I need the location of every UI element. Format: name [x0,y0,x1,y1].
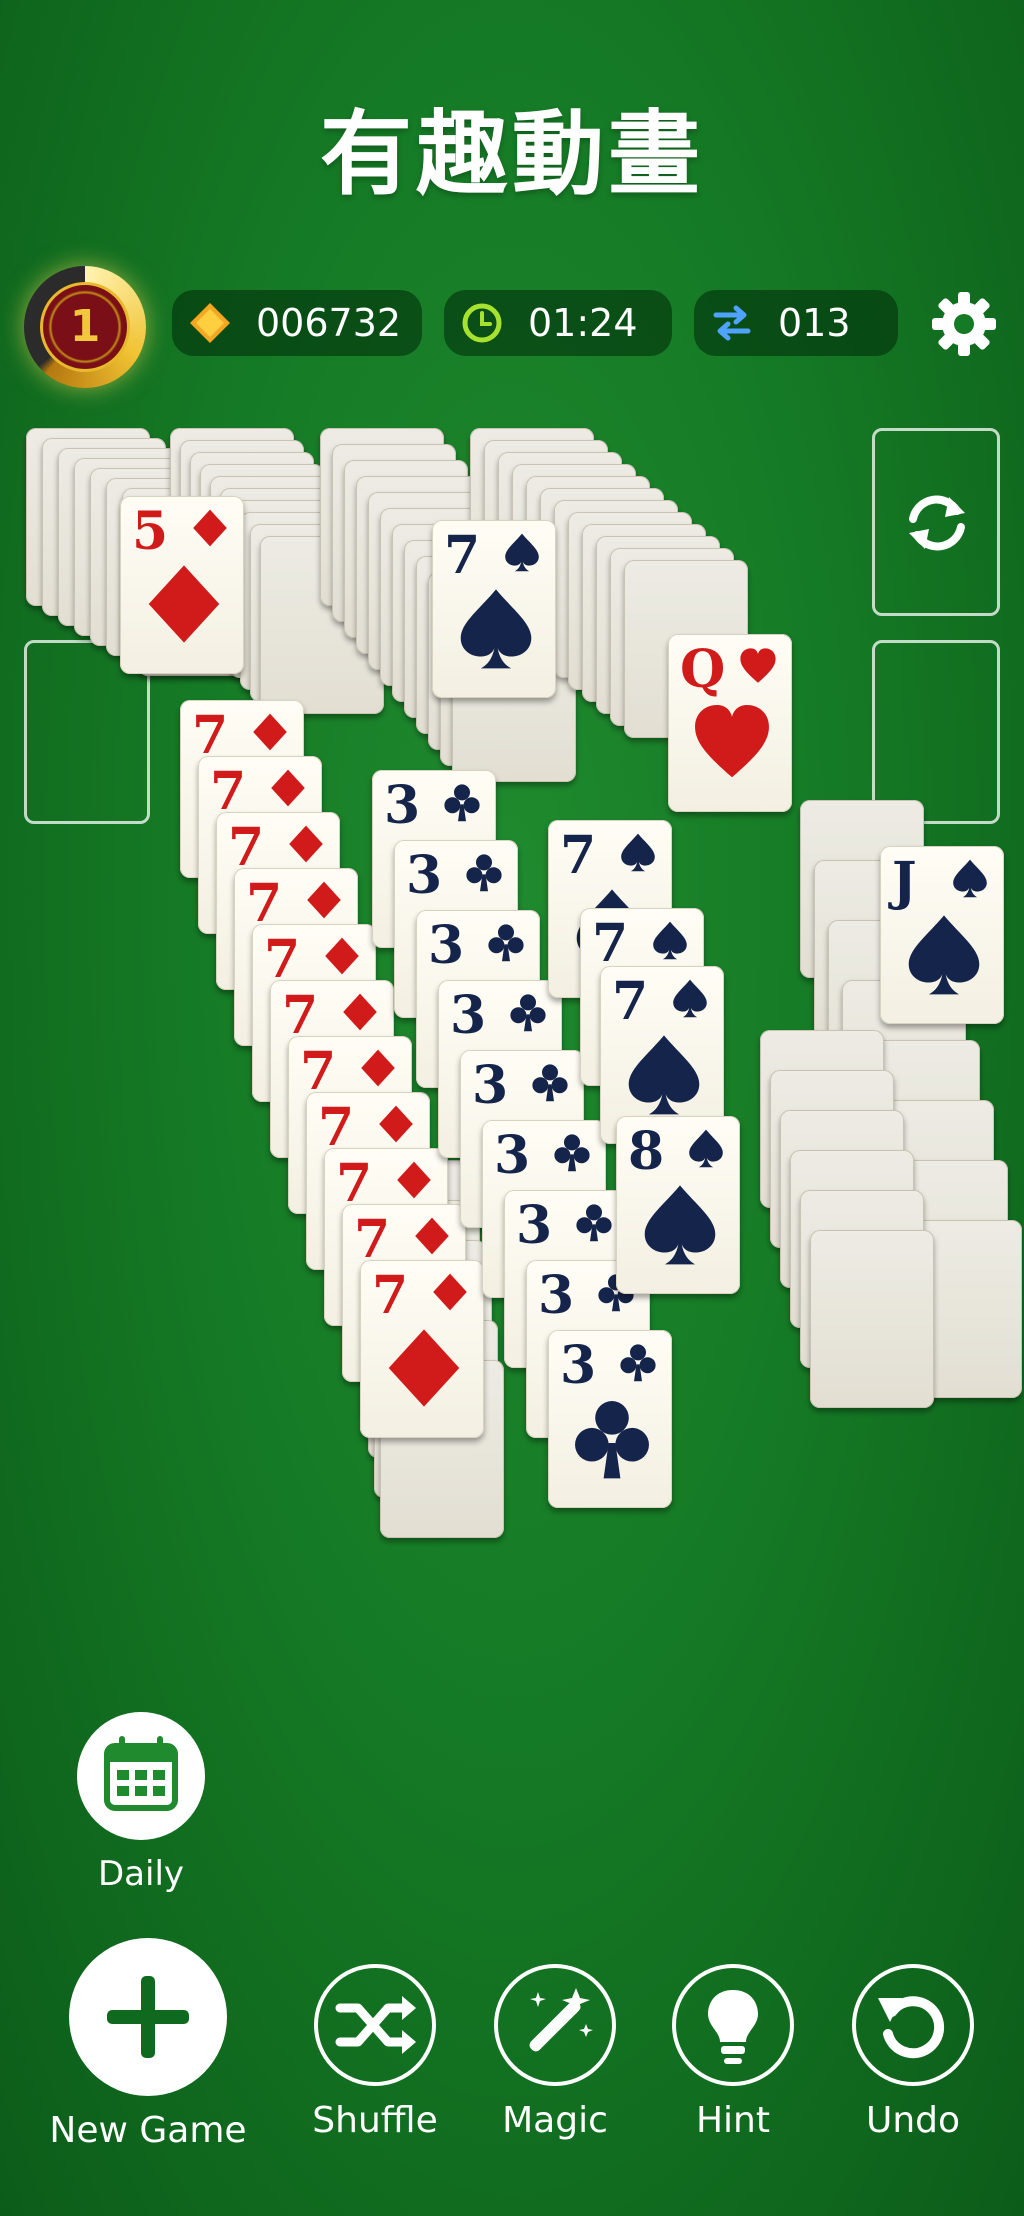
card-rank: 7 [612,971,649,1032]
club-suit-icon [554,1134,590,1172]
diamond-suit-icon [325,937,359,975]
card-rank: 3 [406,845,443,906]
card-rank: 3 [516,1195,553,1256]
card-rank: Q [680,639,726,700]
diamond-coin-icon [190,303,230,343]
diamond-suit-icon [289,825,323,863]
club-suit-icon [576,1204,612,1242]
diamond-suit-icon [148,565,220,643]
level-number: 1 [40,282,130,372]
page-title: 有趣動畫 [319,101,704,208]
card-rank: 3 [494,1125,531,1186]
spade-suit-icon [689,1129,723,1168]
coins-value: 006732 [256,301,402,345]
playing-card[interactable]: 5 [120,496,244,674]
card-rank: 3 [450,985,487,1046]
club-suit-icon [444,784,480,822]
hint-label: Hint [695,2100,770,2141]
calendar-icon [104,1736,178,1811]
playing-card[interactable]: 8 [616,1116,740,1294]
timer-counter: 01:24 [444,290,672,356]
daily-circle[interactable] [77,1712,205,1840]
undo-icon [878,1996,945,2059]
plus-icon [107,1976,189,2058]
club-suit-icon [466,854,502,892]
spade-suit-icon [505,533,539,572]
card-rank: 7 [560,825,597,886]
new-game-button[interactable]: New Game [30,1938,266,2151]
diamond-suit-icon [193,509,227,547]
settings-gear-icon[interactable] [928,288,1000,360]
spade-suit-icon [908,915,980,995]
club-suit-icon [510,994,546,1032]
playing-card[interactable]: 3 [548,1330,672,1508]
playing-card[interactable]: 7 [360,1260,484,1438]
daily-challenge-button[interactable]: Daily [76,1712,206,1894]
new-game-label: New Game [49,2110,247,2151]
card-back-layer [810,1230,934,1408]
coins-counter: 006732 [172,290,422,356]
diamond-suit-icon [343,993,377,1031]
shuffle-label: Shuffle [312,2100,438,2141]
diamond-suit-icon [253,713,287,751]
spade-suit-icon [621,833,655,872]
clock-icon [462,303,502,343]
diamond-suit-icon [433,1273,467,1311]
magic-label: Magic [502,2100,608,2141]
diamond-suit-icon [397,1161,431,1199]
club-suit-icon [532,1064,568,1102]
level-badge[interactable]: 1 [24,266,146,388]
spade-suit-icon [653,921,687,960]
daily-label: Daily [97,1854,185,1894]
card-rank: 5 [132,501,169,562]
undo-label: Undo [865,2100,961,2141]
playing-card[interactable]: Q [668,634,792,812]
diamond-suit-icon [271,769,305,807]
swap-arrows-icon [713,305,751,341]
spade-suit-icon [644,1185,716,1265]
diamond-suit-icon [361,1049,395,1087]
lightbulb-icon [708,1990,758,2064]
moves-counter: 013 [694,290,898,356]
card-rank: 3 [384,775,421,836]
card-rank: 3 [472,1055,509,1116]
shuffle-button[interactable]: Shuffle [300,1964,450,2141]
refresh-icon [909,495,965,551]
club-suit-icon [575,1401,649,1479]
shuffle-icon [335,1996,416,2054]
spade-suit-icon [953,859,987,898]
magic-wand-icon [529,1988,593,2052]
foundation-slot[interactable] [872,640,1000,824]
spade-suit-icon [460,589,532,669]
card-rank: 7 [444,525,481,586]
moves-value: 013 [778,301,851,345]
card-rank: 3 [428,915,465,976]
spade-suit-icon [628,1035,700,1115]
card-rank: 3 [538,1265,575,1326]
playing-card[interactable]: J [880,846,1004,1024]
card-rank: 7 [372,1265,409,1326]
diamond-suit-icon [388,1329,460,1407]
club-suit-icon [488,924,524,962]
card-rank: 8 [628,1121,665,1182]
diamond-suit-icon [415,1217,449,1255]
card-rank: J [892,851,917,912]
hint-button[interactable]: Hint [658,1964,808,2141]
diamond-suit-icon [307,881,341,919]
undo-button[interactable]: Undo [838,1964,988,2141]
heart-suit-icon [740,648,776,683]
stock-recycle-slot[interactable] [872,428,1000,616]
magic-button[interactable]: Magic [480,1964,630,2141]
heart-suit-icon [695,705,769,778]
card-rank: 7 [592,913,629,974]
playing-card[interactable]: 7 [432,520,556,698]
spade-suit-icon [673,979,707,1018]
club-suit-icon [620,1344,656,1382]
diamond-suit-icon [379,1105,413,1143]
card-rank: 3 [560,1335,597,1396]
new-game-circle[interactable] [69,1938,227,2096]
timer-value: 01:24 [528,301,638,345]
